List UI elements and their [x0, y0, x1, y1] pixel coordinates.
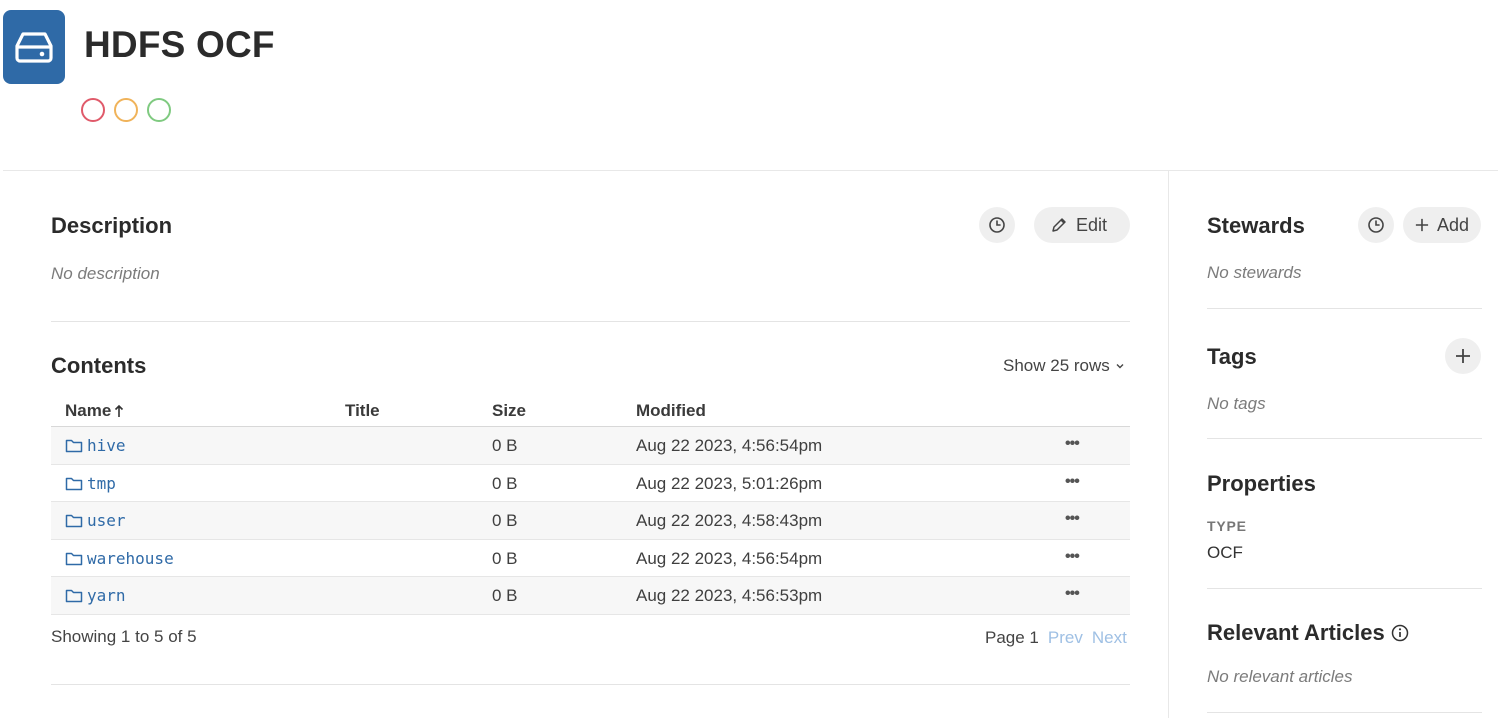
contents-title: Contents — [51, 353, 147, 378]
folder-icon — [65, 514, 83, 528]
clock-icon — [1368, 217, 1384, 233]
edit-label: Edit — [1076, 214, 1108, 235]
row-size: 0 B — [492, 548, 518, 568]
row-size: 0 B — [492, 511, 518, 530]
clock-icon — [989, 217, 1005, 233]
column-header-modified[interactable]: Modified — [636, 401, 706, 421]
row-name: hive — [87, 436, 126, 455]
table-row: hive 0 B Aug 22 2023, 4:56:54pm ••• — [51, 427, 1130, 465]
stewards-history-button[interactable] — [1358, 207, 1394, 243]
section-divider — [1207, 712, 1482, 713]
row-name-link[interactable]: hive — [65, 436, 126, 455]
tags-empty-text: No tags — [1207, 394, 1266, 413]
row-modified: Aug 22 2023, 4:56:53pm — [636, 586, 823, 605]
status-dot-green — [147, 98, 171, 122]
more-options-icon[interactable]: ••• — [1065, 435, 1080, 453]
table-row: user 0 B Aug 22 2023, 4:58:43pm ••• — [51, 502, 1130, 540]
row-name: tmp — [87, 473, 116, 493]
hard-drive-icon — [15, 32, 53, 63]
row-name-link[interactable]: warehouse — [65, 549, 174, 568]
column-header-title[interactable]: Title — [345, 401, 380, 421]
description-history-button[interactable] — [979, 207, 1015, 243]
folder-icon — [65, 589, 83, 603]
row-modified: Aug 22 2023, 4:56:54pm — [636, 548, 823, 568]
section-divider — [1207, 308, 1482, 309]
row-size: 0 B — [492, 436, 518, 455]
show-rows-dropdown[interactable]: Show 25 rows — [1003, 356, 1126, 376]
row-modified: Aug 22 2023, 4:58:43pm — [636, 511, 823, 530]
row-modified: Aug 22 2023, 5:01:26pm — [636, 473, 823, 493]
column-header-name-label: Name — [65, 401, 112, 420]
pagination: Page 1 Prev Next — [985, 628, 1127, 648]
description-empty-text: No description — [51, 264, 160, 283]
column-header-name[interactable]: Name — [65, 401, 124, 421]
chevron-down-icon — [1116, 364, 1124, 369]
next-page-button[interactable]: Next — [1092, 628, 1127, 648]
articles-empty-text: No relevant articles — [1207, 667, 1353, 686]
show-rows-label: Show 25 rows — [1003, 356, 1110, 375]
table-row: yarn 0 B Aug 22 2023, 4:56:53pm ••• — [51, 577, 1130, 615]
more-options-icon[interactable]: ••• — [1065, 510, 1080, 528]
more-options-icon[interactable]: ••• — [1065, 548, 1080, 566]
add-steward-button[interactable]: Add — [1403, 207, 1481, 243]
more-options-icon[interactable]: ••• — [1065, 585, 1080, 603]
section-divider — [51, 321, 1130, 322]
table-header: Name Title Size Modified — [51, 395, 1130, 427]
section-divider — [51, 684, 1130, 685]
add-tag-button[interactable] — [1445, 338, 1481, 374]
sort-ascending-icon — [115, 404, 124, 417]
folder-icon — [65, 552, 83, 565]
contents-table: Name Title Size Modified hive 0 B Aug 22… — [51, 395, 1130, 615]
row-name: warehouse — [87, 548, 174, 568]
row-size: 0 B — [492, 473, 518, 493]
row-name-link[interactable]: tmp — [65, 474, 116, 493]
page-title: HDFS OCF — [84, 24, 275, 65]
plus-icon — [1415, 218, 1429, 232]
stewards-title: Stewards — [1207, 213, 1305, 238]
pagination-summary: Showing 1 to 5 of 5 — [51, 627, 197, 646]
pencil-icon — [1052, 218, 1066, 232]
row-name: user — [87, 511, 126, 530]
row-name-link[interactable]: user — [65, 511, 126, 530]
edit-description-button[interactable]: Edit — [1034, 207, 1130, 243]
row-name-link[interactable]: yarn — [65, 586, 126, 605]
property-type-value: OCF — [1207, 543, 1243, 562]
status-dot-red — [81, 98, 105, 122]
column-header-size[interactable]: Size — [492, 401, 526, 421]
property-type-key: TYPE — [1207, 518, 1247, 534]
articles-title: Relevant Articles — [1207, 620, 1385, 645]
header-divider — [3, 170, 1498, 171]
info-icon[interactable] — [1391, 624, 1409, 642]
row-size: 0 B — [492, 586, 518, 605]
articles-header: Relevant Articles — [1207, 620, 1409, 646]
column-divider — [1168, 171, 1169, 718]
stewards-empty-text: No stewards — [1207, 263, 1302, 282]
plus-icon — [1456, 349, 1470, 363]
folder-icon — [65, 477, 83, 490]
section-divider — [1207, 438, 1482, 439]
properties-title: Properties — [1207, 471, 1316, 496]
status-indicators — [81, 98, 171, 122]
status-dot-yellow — [114, 98, 138, 122]
table-row: tmp 0 B Aug 22 2023, 5:01:26pm ••• — [51, 465, 1130, 502]
table-row: warehouse 0 B Aug 22 2023, 4:56:54pm ••• — [51, 540, 1130, 577]
row-modified: Aug 22 2023, 4:56:54pm — [636, 436, 823, 455]
page-indicator: Page 1 — [985, 628, 1039, 647]
asset-icon — [3, 10, 65, 84]
prev-page-button[interactable]: Prev — [1048, 628, 1083, 648]
row-name: yarn — [87, 586, 126, 605]
description-title: Description — [51, 213, 173, 238]
folder-icon — [65, 439, 83, 453]
more-options-icon[interactable]: ••• — [1065, 473, 1080, 491]
add-label: Add — [1436, 214, 1469, 235]
tags-title: Tags — [1207, 344, 1257, 369]
section-divider — [1207, 588, 1482, 589]
